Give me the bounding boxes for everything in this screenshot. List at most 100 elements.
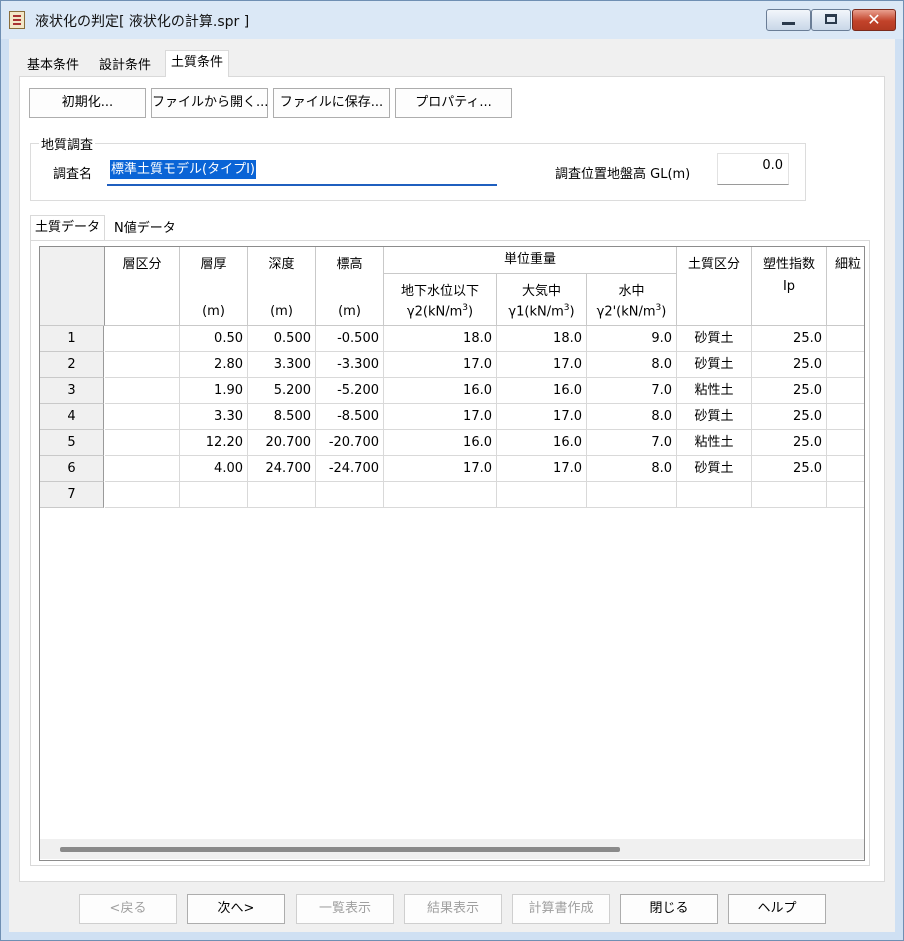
table-cell-depth[interactable]: 5.200 (248, 378, 316, 404)
table-cell-g2[interactable]: 16.0 (384, 378, 497, 404)
tab-soil-conditions[interactable]: 土質条件 (165, 50, 230, 77)
table-cell-g1[interactable]: 16.0 (497, 378, 587, 404)
row-header[interactable]: 4 (40, 404, 104, 430)
table-cell-g1[interactable]: 17.0 (497, 404, 587, 430)
list-view-button[interactable]: 一覧表示 (296, 894, 394, 924)
row-header[interactable]: 3 (40, 378, 104, 404)
soil-data-grid[interactable]: 層区分 層厚 (m) 深度 (m) 標高 (m) 単位重量 地下水位以下 γ2( (39, 246, 865, 861)
gl-input[interactable]: 0.0 (717, 153, 789, 185)
table-cell-thickness[interactable]: 4.00 (180, 456, 248, 482)
table-cell[interactable] (827, 430, 864, 456)
table-cell-elevation[interactable]: -0.500 (316, 326, 384, 352)
open-file-button[interactable]: ファイルから開く... (151, 88, 268, 118)
scrollbar-thumb[interactable] (60, 847, 620, 852)
table-cell-g2p[interactable]: 7.0 (587, 430, 677, 456)
create-report-button[interactable]: 計算書作成 (512, 894, 610, 924)
table-cell-soil[interactable]: 粘性土 (677, 378, 752, 404)
subtab-soil-data[interactable]: 土質データ (30, 215, 106, 240)
table-cell-soil[interactable]: 砂質土 (677, 456, 752, 482)
table-cell[interactable] (105, 456, 180, 482)
table-cell-ip[interactable]: 25.0 (752, 352, 827, 378)
properties-button[interactable]: プロパティ... (395, 88, 512, 118)
table-cell-g1[interactable]: 17.0 (497, 456, 587, 482)
table-cell-ip[interactable]: 25.0 (752, 430, 827, 456)
table-cell-depth[interactable]: 24.700 (248, 456, 316, 482)
table-cell-thickness[interactable]: 3.30 (180, 404, 248, 430)
table-cell-soil[interactable]: 粘性土 (677, 430, 752, 456)
table-cell-soil[interactable] (677, 482, 752, 508)
table-cell[interactable] (105, 404, 180, 430)
table-cell-elevation[interactable] (316, 482, 384, 508)
row-header[interactable]: 2 (40, 352, 104, 378)
table-cell[interactable] (105, 378, 180, 404)
table-cell-thickness[interactable] (180, 482, 248, 508)
result-view-button[interactable]: 結果表示 (404, 894, 502, 924)
table-cell-g1[interactable]: 18.0 (497, 326, 587, 352)
table-cell-ip[interactable]: 25.0 (752, 378, 827, 404)
table-cell-g2p[interactable]: 8.0 (587, 456, 677, 482)
close-button[interactable]: 閉じる (620, 894, 718, 924)
table-cell-depth[interactable] (248, 482, 316, 508)
table-cell-g2p[interactable]: 8.0 (587, 352, 677, 378)
table-cell[interactable] (105, 326, 180, 352)
init-button[interactable]: 初期化... (29, 88, 146, 118)
table-cell[interactable] (827, 482, 864, 508)
table-cell-thickness[interactable]: 0.50 (180, 326, 248, 352)
table-cell-depth[interactable]: 0.500 (248, 326, 316, 352)
table-cell-g2[interactable]: 17.0 (384, 456, 497, 482)
table-cell-elevation[interactable]: -5.200 (316, 378, 384, 404)
table-cell-depth[interactable]: 8.500 (248, 404, 316, 430)
table-cell-depth[interactable]: 3.300 (248, 352, 316, 378)
help-button[interactable]: ヘルプ (728, 894, 826, 924)
table-cell-soil[interactable]: 砂質土 (677, 404, 752, 430)
table-cell-ip[interactable]: 25.0 (752, 456, 827, 482)
table-cell-elevation[interactable]: -3.300 (316, 352, 384, 378)
table-cell[interactable] (827, 352, 864, 378)
row-header[interactable]: 6 (40, 456, 104, 482)
save-file-button[interactable]: ファイルに保存... (273, 88, 390, 118)
table-cell-g2[interactable]: 16.0 (384, 430, 497, 456)
table-cell-g2[interactable] (384, 482, 497, 508)
table-cell-g2[interactable]: 17.0 (384, 404, 497, 430)
row-header[interactable]: 5 (40, 430, 104, 456)
table-cell-ip[interactable] (752, 482, 827, 508)
tab-basic-conditions[interactable]: 基本条件 (21, 53, 85, 77)
table-cell-elevation[interactable]: -8.500 (316, 404, 384, 430)
table-cell-ip[interactable]: 25.0 (752, 326, 827, 352)
table-cell-thickness[interactable]: 2.80 (180, 352, 248, 378)
table-cell-g1[interactable]: 16.0 (497, 430, 587, 456)
table-cell-elevation[interactable]: -24.700 (316, 456, 384, 482)
table-cell-g1[interactable]: 17.0 (497, 352, 587, 378)
table-cell-g2[interactable]: 18.0 (384, 326, 497, 352)
table-cell-soil[interactable]: 砂質土 (677, 352, 752, 378)
survey-name-input[interactable]: 標準土質モデル(タイプⅠ) (107, 156, 497, 186)
table-cell[interactable] (827, 378, 864, 404)
next-button[interactable]: 次へ> (187, 894, 285, 924)
minimize-button[interactable] (766, 9, 811, 31)
table-cell[interactable] (105, 482, 180, 508)
table-cell[interactable] (827, 456, 864, 482)
tab-design-conditions[interactable]: 設計条件 (93, 53, 157, 77)
table-cell-thickness[interactable]: 1.90 (180, 378, 248, 404)
table-cell-g2p[interactable]: 8.0 (587, 404, 677, 430)
table-cell[interactable] (827, 404, 864, 430)
row-header[interactable]: 7 (40, 482, 104, 508)
table-cell-g2p[interactable]: 7.0 (587, 378, 677, 404)
back-button[interactable]: <戻る (79, 894, 177, 924)
table-cell-thickness[interactable]: 12.20 (180, 430, 248, 456)
table-cell-g2p[interactable]: 9.0 (587, 326, 677, 352)
subtab-n-value-data[interactable]: N値データ (110, 217, 180, 241)
table-cell[interactable] (105, 352, 180, 378)
table-cell-g1[interactable] (497, 482, 587, 508)
row-header[interactable]: 1 (40, 326, 104, 352)
table-cell-depth[interactable]: 20.700 (248, 430, 316, 456)
table-cell[interactable] (105, 430, 180, 456)
table-cell-elevation[interactable]: -20.700 (316, 430, 384, 456)
title-bar[interactable]: 液状化の判定[ 液状化の計算.spr ] ✕ (1, 1, 903, 39)
table-cell-g2[interactable]: 17.0 (384, 352, 497, 378)
horizontal-scrollbar[interactable] (40, 839, 864, 859)
table-cell[interactable] (827, 326, 864, 352)
table-cell-ip[interactable]: 25.0 (752, 404, 827, 430)
table-cell-g2p[interactable] (587, 482, 677, 508)
table-cell-soil[interactable]: 砂質土 (677, 326, 752, 352)
